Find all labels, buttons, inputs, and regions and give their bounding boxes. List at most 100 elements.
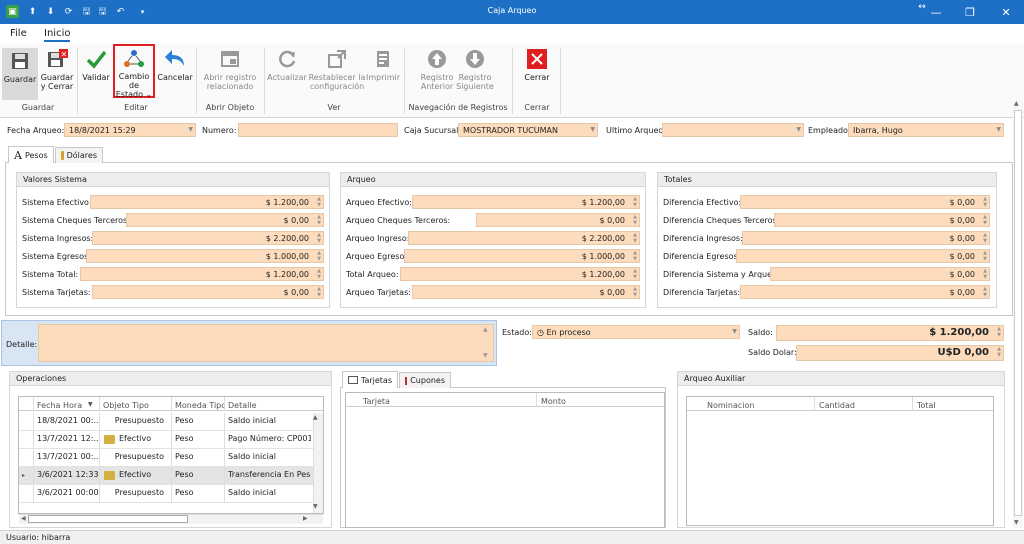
scroll-up-icon[interactable]: ▲ <box>483 326 488 333</box>
ultimo-arqueo-field[interactable]: ▼ <box>662 123 804 137</box>
arqueo-row-field[interactable]: $ 0,00 ▲ ▼ <box>476 213 640 227</box>
fecha-arqueo-field[interactable]: 18/8/2021 15:29 ▼ <box>64 123 196 137</box>
abrir-registro-button[interactable]: Abrir registro relacionado <box>200 48 260 91</box>
cell-moneda: Peso <box>175 416 194 425</box>
form-vscroll-thumb[interactable] <box>1014 110 1022 516</box>
totales-row-field[interactable]: $ 0,00 ▲ ▼ <box>774 213 990 227</box>
valores_sistema-row-field[interactable]: $ 0,00 ▲ ▼ <box>126 213 324 227</box>
close-window-button[interactable]: ✕ <box>988 0 1024 24</box>
arqueo-row-field[interactable]: $ 2.200,00 ▲ ▼ <box>408 231 640 245</box>
cell-fecha: 3/6/2021 12:33 <box>37 470 99 479</box>
valores_sistema-row-field[interactable]: $ 1.200,00 ▲ ▼ <box>90 195 324 209</box>
totales-row-field[interactable]: $ 0,00 ▲ ▼ <box>736 249 990 263</box>
scroll-left-icon[interactable]: ◀ <box>21 515 26 522</box>
scroll-up-icon[interactable]: ▲ <box>313 414 318 421</box>
arqueo-row-field[interactable]: $ 1.200,00 ▲ ▼ <box>400 267 640 281</box>
totales-row-label: Diferencia Efectivo: <box>663 198 742 207</box>
arqueo-row-field[interactable]: $ 0,00 ▲ ▼ <box>412 285 640 299</box>
column-nominacion[interactable]: Nominacion <box>704 398 757 413</box>
column-divider <box>171 431 172 448</box>
tab-cupones[interactable]: Cupones <box>399 372 451 388</box>
arqueo-row-value: $ 0,00 <box>599 216 625 225</box>
cambio-estado-button[interactable]: Cambio de Estado ⌄ <box>113 44 155 99</box>
spinner-icon: ▲ ▼ <box>633 250 637 262</box>
validar-button[interactable]: Validar <box>82 48 110 82</box>
empleado-label: Empleado: <box>808 126 851 135</box>
tab-pesos[interactable]: A Pesos <box>8 146 54 163</box>
operaciones-hscroll-thumb[interactable] <box>28 515 188 523</box>
cell-detalle: Saldo inicial <box>228 488 276 497</box>
scroll-down-icon[interactable]: ▼ <box>1014 519 1019 526</box>
valores_sistema-row-label: Sistema Ingresos: <box>22 234 94 243</box>
saldo-dolar-label: Saldo Dolar: <box>748 348 797 357</box>
restablecer-button[interactable]: Restablecer la configuración <box>308 48 366 91</box>
refresh-icon <box>276 48 298 70</box>
caja-sucursal-field[interactable]: MOSTRADOR TUCUMAN ▼ <box>458 123 598 137</box>
spinner-icon: ▲ ▼ <box>633 196 637 208</box>
cambio-estado-label-text: Estado <box>115 90 143 99</box>
scroll-down-icon[interactable]: ▼ <box>313 503 318 510</box>
detalle-label: Detalle: <box>6 340 38 349</box>
empleado-value: Ibarra, Hugo <box>853 126 903 135</box>
column-divider <box>99 397 100 411</box>
cell-moneda: Peso <box>175 488 194 497</box>
scroll-right-icon[interactable]: ▶ <box>303 515 308 522</box>
totales-row-field[interactable]: $ 0,00 ▲ ▼ <box>740 285 990 299</box>
anterior-label-2: Anterior <box>420 82 454 91</box>
column-cantidad[interactable]: Cantidad <box>816 398 858 413</box>
ultimo-arqueo-label: Ultimo Arqueo: <box>606 126 666 135</box>
registro-siguiente-button[interactable]: Registro Siguiente <box>456 48 494 91</box>
arqueo-row-label: Arqueo Efectivo: <box>346 198 413 207</box>
cancelar-button[interactable]: Cancelar <box>157 48 193 82</box>
arqueo-row-value: $ 1.000,00 <box>581 252 625 261</box>
tab-dolares[interactable]: Dólares <box>55 147 103 163</box>
empleado-field[interactable]: Ibarra, Hugo ▼ <box>848 123 1004 137</box>
actualizar-button[interactable]: Actualizar <box>267 48 307 82</box>
scroll-down-icon[interactable]: ▼ <box>483 352 488 359</box>
valores_sistema-row-field[interactable]: $ 1.200,00 ▲ ▼ <box>80 267 324 281</box>
operaciones-vscroll[interactable] <box>313 413 323 513</box>
column-total[interactable]: Total <box>914 398 939 413</box>
cell-objeto: Presupuesto <box>114 488 164 497</box>
menu-file[interactable]: File <box>10 28 27 39</box>
arqueo-row-value: $ 1.200,00 <box>581 198 625 207</box>
title-bar: ▣ ⬆ ⬇ ⟳ 🖫 🖫 ↶ ▾ Caja Arqueo ↔ — ❐ ✕ <box>0 0 1024 24</box>
valores_sistema-row-value: $ 2.200,00 <box>265 234 309 243</box>
cell-detalle: Transferencia En Pesos <box>228 470 311 479</box>
saldo-field[interactable]: $ 1.200,00 ▲ ▼ <box>776 325 1004 341</box>
arqueo-row-value: $ 1.200,00 <box>581 270 625 279</box>
column-tarjeta[interactable]: Tarjeta <box>360 394 393 409</box>
cerrar-button[interactable]: Cerrar <box>520 48 554 82</box>
guardar-cerrar-button[interactable]: ✕ Guardar y Cerrar <box>40 48 74 91</box>
totales-row-field[interactable]: $ 0,00 ▲ ▼ <box>742 231 990 245</box>
detalle-field[interactable] <box>38 324 494 362</box>
arqueo-row-field[interactable]: $ 1.000,00 ▲ ▼ <box>404 249 640 263</box>
saldo-dolar-field[interactable]: U$D 0,00 ▲ ▼ <box>796 345 1004 361</box>
minimize-button[interactable]: — <box>918 0 954 24</box>
restablecer-label-1: Restablecer la <box>308 73 366 82</box>
valores_sistema-row-field[interactable]: $ 0,00 ▲ ▼ <box>92 285 324 299</box>
scroll-up-icon[interactable]: ▲ <box>1014 100 1019 107</box>
restore-button[interactable]: ❐ <box>952 0 988 24</box>
column-divider <box>33 397 34 411</box>
guardar-button[interactable]: Guardar <box>2 48 38 100</box>
valores_sistema-row-field[interactable]: $ 2.200,00 ▲ ▼ <box>92 231 324 245</box>
tab-tarjetas[interactable]: Tarjetas <box>342 371 398 388</box>
valores_sistema-row-field[interactable]: $ 1.000,00 ▲ ▼ <box>86 249 324 263</box>
numero-field[interactable] <box>238 123 398 137</box>
column-moneda-tipo[interactable]: Moneda Tipo <box>172 398 225 413</box>
column-detalle[interactable]: Detalle <box>225 398 311 413</box>
sort-desc-icon[interactable]: ▼ <box>88 401 93 408</box>
menu-inicio[interactable]: Inicio <box>44 28 71 42</box>
arqueo-row-field[interactable]: $ 1.200,00 ▲ ▼ <box>412 195 640 209</box>
totales-row-field[interactable]: $ 0,00 ▲ ▼ <box>740 195 990 209</box>
totales-row-field[interactable]: $ 0,00 ▲ ▼ <box>770 267 990 281</box>
estado-field[interactable]: ◷ En proceso ▼ <box>532 325 740 339</box>
column-monto[interactable]: Monto <box>538 394 569 409</box>
guardar-cerrar-label-2: y Cerrar <box>40 82 74 91</box>
imprimir-button[interactable]: Imprimir <box>366 48 400 82</box>
abrir-label-1: Abrir registro <box>203 73 257 82</box>
column-divider <box>224 397 225 411</box>
registro-anterior-button[interactable]: Registro Anterior <box>418 48 456 91</box>
column-objeto-tipo[interactable]: Objeto Tipo <box>100 398 172 413</box>
